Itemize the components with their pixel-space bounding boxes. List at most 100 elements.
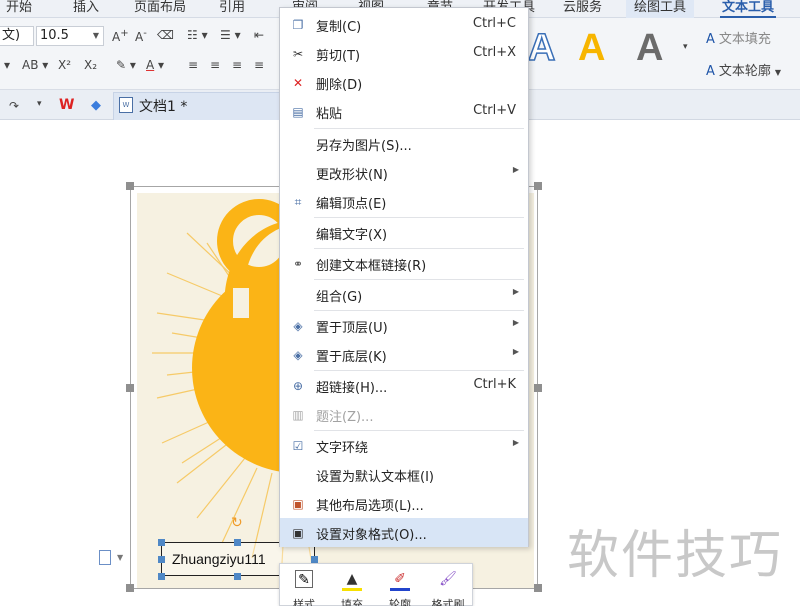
- textbox-handle-left[interactable]: [158, 556, 165, 563]
- resize-handle-bottom-right[interactable]: [534, 584, 542, 592]
- tab-insert[interactable]: 插入: [73, 0, 99, 18]
- submenu-arrow-icon: ▶: [512, 438, 519, 447]
- quick-access-menu-icon[interactable]: ▾: [37, 99, 42, 109]
- format-painter-icon: 🖌: [439, 571, 457, 587]
- document-title: 文档1 *: [139, 99, 188, 115]
- menu-item-text-wrap[interactable]: ☑ 文字环绕 ▶: [280, 431, 528, 460]
- font-size-combo[interactable]: 10.5 ▼: [36, 26, 104, 46]
- mini-fill-label: 填充: [341, 598, 363, 606]
- fill-color-bar: [342, 588, 362, 591]
- menu-item-format-object[interactable]: ▣ 设置对象格式(O)...: [280, 518, 528, 547]
- wps-logo-icon[interactable]: W: [59, 97, 74, 113]
- menu-item-send-to-back[interactable]: ◈ 置于底层(K) ▶: [280, 340, 528, 369]
- tab-text-tools[interactable]: 文本工具: [720, 0, 777, 18]
- menu-item-more-layout-options[interactable]: ▣ 其他布局选项(L)...: [280, 489, 528, 518]
- resize-handle-bottom-left[interactable]: [126, 584, 134, 592]
- textbox-handle-top[interactable]: [234, 539, 241, 546]
- subscript-icon[interactable]: X₂: [84, 58, 97, 72]
- submenu-arrow-icon: ▶: [512, 165, 519, 174]
- menu-item-edit-text[interactable]: 编辑文字(X): [280, 218, 528, 247]
- highlight-icon[interactable]: ✎ ▾: [116, 58, 136, 72]
- submenu-arrow-icon: ▶: [512, 287, 519, 296]
- indent-icon[interactable]: ⇤: [254, 28, 264, 42]
- menu-item-save-as-picture[interactable]: 另存为图片(S)...: [280, 129, 528, 158]
- align-left-icon[interactable]: ≡: [188, 58, 198, 72]
- align-center-icon[interactable]: ≡: [210, 58, 220, 72]
- mini-style-label: 样式: [293, 598, 315, 606]
- superscript-icon[interactable]: X²: [58, 58, 71, 72]
- menu-item-hyperlink[interactable]: ⊕ 超链接(H)... Ctrl+K: [280, 371, 528, 400]
- outline-color-bar: [390, 588, 410, 591]
- text-wrap-icon: ☑: [292, 439, 304, 453]
- resize-handle-top-left[interactable]: [126, 182, 134, 190]
- menu-item-bring-to-front[interactable]: ◈ 置于顶层(U) ▶: [280, 311, 528, 340]
- textbox-handle-top-left[interactable]: [158, 539, 165, 546]
- text-effect-icon[interactable]: ▾: [4, 58, 10, 72]
- text-style-gray[interactable]: A: [636, 28, 663, 68]
- char-spacing-icon[interactable]: AB ▾: [22, 58, 48, 72]
- menu-item-caption[interactable]: ▥ 题注(Z)...: [280, 400, 528, 429]
- menu-item-copy[interactable]: ❐ 复制(C) Ctrl+C: [280, 10, 528, 39]
- tab-page-layout[interactable]: 页面布局: [134, 0, 186, 18]
- format-object-icon: ▣: [292, 526, 304, 540]
- align-right-icon[interactable]: ≡: [232, 58, 242, 72]
- clear-format-icon[interactable]: ⌫: [157, 28, 174, 42]
- menu-item-set-default-textbox[interactable]: 设置为默认文本框(I): [280, 460, 528, 489]
- tab-cloud-service[interactable]: 云服务: [563, 0, 602, 18]
- font-name-combo[interactable]: 文): [0, 26, 34, 46]
- mini-style-button[interactable]: ✎ 样式: [280, 564, 328, 606]
- scissors-icon: ✂: [292, 47, 304, 61]
- text-outline-label: 文本轮廓: [718, 64, 771, 79]
- menu-item-create-textbox-link[interactable]: ⚭ 创建文本框链接(R): [280, 249, 528, 278]
- link-chain-icon: ⚭: [292, 257, 304, 271]
- tab-home[interactable]: 开始: [6, 0, 32, 18]
- menu-item-edit-points[interactable]: ⌗ 编辑顶点(E): [280, 187, 528, 216]
- font-color-icon[interactable]: A ▾: [146, 58, 164, 72]
- tab-drawing-tools[interactable]: 绘图工具: [626, 0, 695, 18]
- mini-format-painter-button[interactable]: 🖌 格式刷: [424, 564, 472, 606]
- textbox-handle-bottom[interactable]: [234, 573, 241, 580]
- context-menu: ❐ 复制(C) Ctrl+C ✂ 剪切(T) Ctrl+X ✕ 删除(D) ▤ …: [279, 7, 529, 547]
- text-outline-button[interactable]: A 文本轮廓 ▼: [706, 60, 781, 79]
- mini-fill-button[interactable]: ▲ 填充: [328, 564, 376, 606]
- mini-outline-label: 轮廓: [389, 598, 411, 606]
- bullet-list-icon[interactable]: ☷ ▾: [187, 28, 208, 42]
- text-fill-button[interactable]: A 文本填充: [706, 28, 771, 47]
- text-fill-icon: A: [706, 32, 715, 47]
- textbox-handle-bottom-left[interactable]: [158, 573, 165, 580]
- document-icon: W: [119, 97, 133, 113]
- watermark-text: 软件技巧: [567, 526, 784, 586]
- menu-item-delete[interactable]: ✕ 删除(D): [280, 68, 528, 97]
- redo-icon[interactable]: ↷: [9, 99, 19, 113]
- textbox-handle-right[interactable]: [311, 556, 318, 563]
- chevron-down-icon[interactable]: ▼: [117, 553, 123, 562]
- text-outline-icon: A: [706, 64, 715, 79]
- bring-front-icon: ◈: [293, 319, 303, 333]
- menu-item-group[interactable]: 组合(G) ▶: [280, 280, 528, 309]
- resize-handle-left[interactable]: [126, 384, 134, 392]
- resize-handle-top-right[interactable]: [534, 182, 542, 190]
- menu-item-change-shape[interactable]: 更改形状(N) ▶: [280, 158, 528, 187]
- resize-handle-right[interactable]: [534, 384, 542, 392]
- menu-item-cut[interactable]: ✂ 剪切(T) Ctrl+X: [280, 39, 528, 68]
- shrink-font-icon[interactable]: A-: [135, 28, 147, 44]
- text-style-outline-blue[interactable]: A: [527, 27, 556, 69]
- send-back-icon: ◈: [293, 348, 303, 362]
- rotate-handle-icon[interactable]: ↻: [231, 515, 243, 531]
- justify-icon[interactable]: ≡: [254, 58, 264, 72]
- mini-outline-button[interactable]: ✐ 轮廓: [376, 564, 424, 606]
- brush-style-icon: ✎: [295, 570, 313, 588]
- grow-font-icon[interactable]: A+: [112, 28, 129, 44]
- submenu-arrow-icon: ▶: [512, 347, 519, 356]
- text-style-gold[interactable]: A: [578, 28, 605, 68]
- hyperlink-icon: ⊕: [292, 379, 304, 393]
- pen-outline-icon: ✐: [394, 571, 406, 587]
- font-size-value: 10.5: [40, 28, 69, 43]
- tab-references[interactable]: 引用: [219, 0, 245, 18]
- cloud-cube-icon[interactable]: ◆: [91, 98, 101, 113]
- layout-options-page-icon[interactable]: [99, 550, 111, 565]
- numbered-list-icon[interactable]: ☰ ▾: [220, 28, 241, 42]
- menu-item-paste[interactable]: ▤ 粘贴 Ctrl+V: [280, 97, 528, 126]
- edit-points-icon: ⌗: [294, 195, 302, 209]
- styles-gallery-more-icon[interactable]: ▾: [683, 42, 688, 52]
